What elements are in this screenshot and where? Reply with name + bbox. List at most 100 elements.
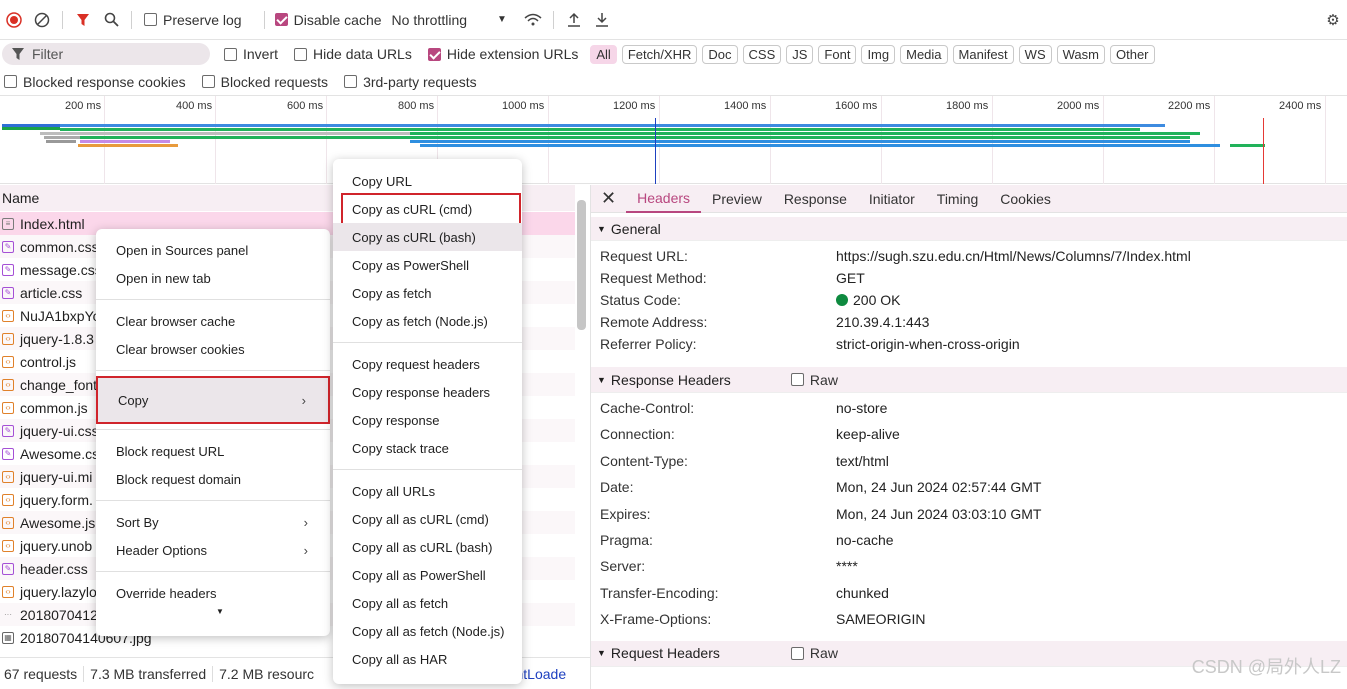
header-key: Remote Address: (600, 314, 708, 330)
checkbox-box[interactable] (790, 373, 804, 386)
menu-item-copy-response[interactable]: Copy response (333, 406, 522, 434)
type-filter-other[interactable]: Other (1109, 44, 1155, 64)
filter-icon[interactable] (69, 6, 97, 34)
menu-item-copy-fetch[interactable]: Copy as fetch (333, 279, 522, 307)
type-filter-fetch[interactable]: Fetch/XHR (621, 44, 698, 64)
menu-item-block-domain[interactable]: Block request domain (96, 465, 330, 493)
tab-initiator[interactable]: Initiator (858, 185, 926, 213)
menu-item-copy-response-headers[interactable]: Copy response headers (333, 378, 522, 406)
menu-item-clear-cache[interactable]: Clear browser cache (96, 307, 330, 335)
tab-preview[interactable]: Preview (701, 185, 773, 213)
menu-item-copy-all-urls[interactable]: Copy all URLs (333, 477, 522, 505)
menu-item-block-url[interactable]: Block request URL (96, 437, 330, 465)
header-key: Request Method: (600, 270, 707, 286)
close-icon[interactable]: ✕ (591, 185, 626, 213)
type-filter-wasm[interactable]: Wasm (1056, 44, 1105, 64)
menu-item-header-options[interactable]: Header Options › (96, 536, 330, 564)
checkbox-box[interactable] (274, 13, 288, 26)
invert-checkbox[interactable]: Invert (224, 46, 278, 62)
type-filter-img[interactable]: Img (861, 44, 896, 64)
tick-label: 1200 ms (613, 100, 656, 112)
preserve-log-checkbox[interactable]: Preserve log (144, 12, 242, 28)
checkbox-box[interactable] (144, 13, 157, 26)
checkbox-box[interactable] (427, 47, 441, 61)
type-filter-ws[interactable]: WS (1018, 44, 1052, 64)
raw-checkbox[interactable]: Raw (790, 371, 838, 388)
third-party-checkbox[interactable]: 3rd-party requests (344, 74, 477, 90)
type-filter-font[interactable]: Font (818, 44, 857, 64)
tab-headers[interactable]: Headers (626, 185, 702, 213)
search-icon[interactable] (97, 6, 125, 34)
blocked-cookies-checkbox[interactable]: Blocked response cookies (4, 74, 186, 90)
scrollbar-thumb[interactable] (577, 200, 586, 330)
menu-item-copy-curl-bash[interactable]: Copy as cURL (bash) (333, 223, 522, 251)
menu-item-copy-all-fetch[interactable]: Copy all as fetch (333, 589, 522, 617)
disable-cache-checkbox[interactable]: Disable cache (274, 12, 382, 28)
general-section-header[interactable]: ▼ General (591, 217, 1347, 241)
filter-input[interactable]: Filter (2, 43, 210, 65)
menu-item-copy-stack-trace[interactable]: Copy stack trace (333, 434, 522, 462)
menu-item-copy[interactable]: Copy › (96, 376, 330, 424)
checkbox-box[interactable] (790, 646, 804, 660)
waterfall-bar (46, 140, 76, 143)
type-filter-css[interactable]: CSS (742, 44, 782, 64)
type-filter-media[interactable]: Media (900, 44, 948, 64)
hide-data-urls-label: Hide data URLs (313, 46, 412, 62)
gear-icon[interactable]: ⚙ (1319, 6, 1347, 34)
raw-checkbox[interactable]: Raw (790, 645, 838, 661)
chevron-right-icon: › (303, 514, 308, 530)
menu-item-open-in-new-tab[interactable]: Open in new tab (96, 264, 330, 292)
menu-item-copy-all-powershell[interactable]: Copy all as PowerShell (333, 561, 522, 589)
menu-item-copy-fetch-node[interactable]: Copy as fetch (Node.js) (333, 307, 522, 335)
menu-item-copy-curl-cmd[interactable]: Copy as cURL (cmd) (341, 193, 521, 225)
chevron-down-icon: ▼ (497, 14, 507, 25)
request-name: NuJA1bxpYo (20, 307, 101, 324)
menu-item-copy-all-curl-cmd[interactable]: Copy all as cURL (cmd) (333, 505, 522, 533)
network-conditions-icon[interactable] (519, 6, 547, 34)
tab-cookies[interactable]: Cookies (989, 185, 1062, 213)
menu-item-copy-all-har[interactable]: Copy all as HAR (333, 645, 522, 673)
scroll-down-icon[interactable]: ▼ (110, 607, 330, 621)
tab-timing[interactable]: Timing (926, 185, 990, 213)
download-icon[interactable] (588, 6, 616, 34)
header-key: Referrer Policy: (600, 336, 697, 352)
menu-item-open-in-sources[interactable]: Open in Sources panel (96, 236, 330, 264)
throttling-select[interactable]: No throttling ▼ (392, 12, 507, 28)
menu-item-copy-request-headers[interactable]: Copy request headers (333, 350, 522, 378)
hide-extension-urls-checkbox[interactable]: Hide extension URLs (427, 46, 578, 62)
upload-icon[interactable] (560, 6, 588, 34)
type-filter-js[interactable]: JS (786, 44, 814, 64)
checkbox-box[interactable] (344, 75, 358, 88)
header-row: Cache-Control: no-store (591, 395, 1347, 421)
response-headers-section: Cache-Control: no-store Connection: keep-a… (591, 393, 1347, 633)
menu-item-sort-by[interactable]: Sort By › (96, 508, 330, 536)
menu-item-copy-all-curl-bash[interactable]: Copy all as cURL (bash) (333, 533, 522, 561)
hide-data-urls-checkbox[interactable]: Hide data URLs (294, 46, 412, 62)
list-scrollbar[interactable] (575, 200, 587, 655)
response-headers-section-header[interactable]: ▼ Response Headers Raw (591, 367, 1347, 393)
menu-separator (333, 342, 522, 343)
checkbox-box[interactable] (224, 47, 237, 61)
clear-icon[interactable] (28, 6, 56, 34)
menu-item-copy-all-fetch-node[interactable]: Copy all as fetch (Node.js) (333, 617, 522, 645)
type-filter-all[interactable]: All (590, 44, 617, 64)
checkbox-box[interactable] (201, 75, 215, 88)
blocked-requests-checkbox[interactable]: Blocked requests (201, 74, 328, 90)
timeline-overview[interactable]: 200 ms 400 ms 600 ms 800 ms 1000 ms 1200… (0, 96, 1347, 184)
type-filter-doc[interactable]: Doc (702, 44, 738, 64)
menu-item-copy-url[interactable]: Copy URL (333, 167, 522, 195)
checkbox-box[interactable] (4, 75, 17, 88)
menu-item-override-headers[interactable]: Override headers (96, 579, 330, 607)
tab-response[interactable]: Response (773, 185, 858, 213)
header-value: GET (836, 270, 865, 286)
menu-item-clear-cookies[interactable]: Clear browser cookies (96, 335, 330, 363)
divider (131, 10, 132, 29)
grid-line (215, 96, 216, 184)
menu-item-copy-powershell[interactable]: Copy as PowerShell (333, 251, 522, 279)
type-filter-manifest[interactable]: Manifest (952, 44, 1014, 64)
checkbox-box[interactable] (294, 47, 308, 61)
menu-separator (96, 429, 330, 430)
chevron-right-icon: › (301, 392, 306, 408)
raw-label: Raw (809, 371, 838, 388)
record-icon[interactable] (0, 6, 28, 34)
